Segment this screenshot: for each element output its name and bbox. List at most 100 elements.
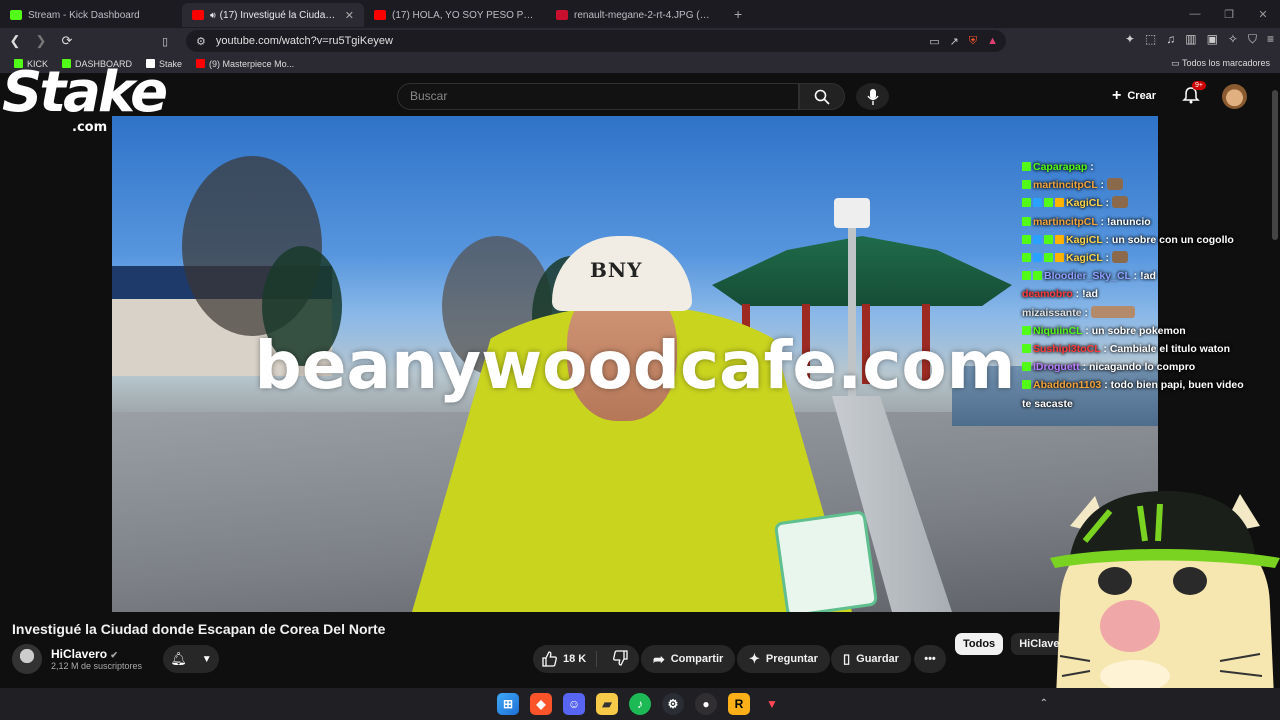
chat-separator: : bbox=[1079, 361, 1090, 374]
chat-message: Bloodier_Sky_CL : !ad bbox=[1022, 267, 1272, 285]
windows-start-icon[interactable]: ⊞ bbox=[497, 693, 519, 715]
minimize-icon[interactable]: — bbox=[1178, 8, 1212, 20]
dislike-button[interactable] bbox=[603, 649, 639, 669]
vpn-icon[interactable]: ⛉ bbox=[1248, 32, 1257, 47]
subscription-bell-button[interactable]: 🔔︎ ▼ bbox=[163, 645, 219, 673]
chat-badge-icon bbox=[1022, 344, 1031, 354]
browser-tab[interactable]: Stream - Kick Dashboard bbox=[0, 3, 182, 27]
account-avatar[interactable] bbox=[1222, 84, 1247, 109]
obs-icon[interactable]: ● bbox=[695, 693, 717, 715]
chat-badge-icon bbox=[1033, 271, 1042, 281]
share-page-icon[interactable]: ↗ bbox=[950, 35, 959, 48]
chat-username: Caparapap bbox=[1033, 161, 1088, 173]
sidebar-icon[interactable]: ▥ bbox=[1185, 32, 1196, 47]
chat-badge-icon bbox=[1022, 234, 1031, 244]
chat-message: NiquiinCL : un sobre pokemon bbox=[1022, 322, 1272, 340]
share-button[interactable]: ➦ Compartir bbox=[641, 645, 736, 673]
close-window-icon[interactable]: ✕ bbox=[1246, 8, 1280, 21]
chat-badge-icon bbox=[1022, 216, 1031, 226]
browser-tab-bar: Stream - Kick Dashboard 🔊︎ (17) Investigué… bbox=[0, 0, 1280, 28]
chat-message: KagiCL : bbox=[1022, 249, 1272, 267]
reload-icon[interactable]: ⟳ bbox=[56, 33, 78, 49]
plus-icon: + bbox=[1112, 87, 1122, 104]
maximize-icon[interactable]: ❐ bbox=[1212, 8, 1246, 21]
chat-text: un sobre con un cogollo bbox=[1111, 233, 1234, 246]
filter-chip[interactable]: Todos bbox=[955, 633, 1004, 655]
leo-ai-icon[interactable]: ✧ bbox=[1228, 32, 1238, 47]
menu-icon[interactable]: ≡ bbox=[1267, 32, 1274, 47]
notification-badge: 9+ bbox=[1192, 81, 1206, 90]
new-tab-button[interactable]: + bbox=[734, 6, 742, 22]
tab-favicon-icon bbox=[374, 10, 386, 20]
chat-username: martincitpCL bbox=[1033, 215, 1098, 228]
screenshot-icon[interactable]: ⬚ bbox=[1145, 32, 1156, 47]
bookmark-item[interactable]: (9) Masterpiece Mo... bbox=[196, 59, 294, 69]
chat-text: !ad bbox=[1082, 288, 1098, 301]
audio-playing-icon[interactable]: 🔊︎ bbox=[210, 10, 216, 21]
address-bar-row: ❮ ❯ ⟳ ▯ ⚙ youtube.com/watch?v=ru5TgiKeye… bbox=[0, 28, 1280, 54]
search-input[interactable]: Buscar bbox=[397, 83, 799, 110]
chat-separator: : bbox=[1102, 252, 1112, 265]
all-bookmarks-link[interactable]: ▭ Todos los marcadores bbox=[1171, 58, 1270, 69]
extensions-icon[interactable]: ✦ bbox=[1125, 32, 1135, 47]
chat-message: mizaissante : bbox=[1022, 304, 1272, 322]
chat-badge-icon bbox=[1055, 234, 1064, 244]
thumbs-up-icon bbox=[542, 651, 557, 667]
tab-favicon-icon bbox=[556, 10, 568, 20]
forward-icon[interactable]: ❯ bbox=[30, 33, 52, 49]
browser-tab[interactable]: 🔊︎ (17) Investigué la Ciudad dor ✕ bbox=[182, 3, 364, 27]
channel-name[interactable]: HiClavero ✔ bbox=[51, 647, 118, 661]
voice-search-button[interactable] bbox=[856, 83, 889, 110]
create-button[interactable]: + Crear bbox=[1112, 87, 1156, 105]
page-scrollbar[interactable] bbox=[1272, 90, 1278, 240]
bookmark-favicon-icon bbox=[196, 59, 206, 68]
brave-browser-icon[interactable]: ◆ bbox=[530, 693, 552, 715]
save-button[interactable]: ▯ Guardar bbox=[831, 645, 911, 673]
cast-icon[interactable]: ▭ bbox=[929, 35, 939, 48]
chat-message: Caparapap : bbox=[1022, 158, 1272, 176]
brave-rewards-icon[interactable]: ▲ bbox=[987, 35, 998, 47]
chat-username: KagiCL bbox=[1066, 197, 1103, 210]
chat-username: Bloodier_Sky_CL bbox=[1044, 270, 1131, 283]
chat-text: !ad bbox=[1140, 270, 1156, 283]
brave-shields-icon[interactable]: ⛨ bbox=[969, 35, 977, 48]
chat-separator: : bbox=[1087, 161, 1094, 173]
ask-button[interactable]: ✦ Preguntar bbox=[737, 645, 830, 673]
system-tray-chevron-icon[interactable]: ⌃ bbox=[1040, 698, 1048, 709]
media-icon[interactable]: ♫ bbox=[1166, 32, 1175, 47]
bookmarks-bar: KICK DASHBOARD Stake (9) Masterpiece Mo... ▭… bbox=[0, 54, 1280, 74]
chat-separator: : bbox=[1102, 233, 1112, 246]
discord-icon[interactable]: ☺ bbox=[563, 693, 585, 715]
url-field[interactable]: ▯ ⚙ youtube.com/watch?v=ru5TgiKeyew ▭ ↗ … bbox=[162, 30, 1006, 52]
chat-text: todo bien papi, buen video bbox=[1110, 379, 1244, 392]
rockstar-launcher-icon[interactable]: R bbox=[728, 693, 750, 715]
chat-message: Sushipl3toCL : Cambiale el titulo waton bbox=[1022, 340, 1272, 358]
video-lamp-head bbox=[834, 198, 870, 228]
bookmark-page-icon[interactable]: ▯ bbox=[162, 35, 168, 48]
chat-username: Abaddon1103 bbox=[1033, 379, 1102, 392]
chat-badge-icon bbox=[1033, 253, 1042, 263]
browser-tab[interactable]: (17) HOLA, YO SOY PESO PLUMA // bbox=[364, 3, 546, 27]
channel-subscribers: 2,12 M de suscriptores bbox=[51, 661, 143, 671]
chat-badge-icon bbox=[1022, 362, 1031, 372]
chat-text: Cambiale el titulo waton bbox=[1109, 343, 1231, 356]
steam-icon[interactable]: ⚙ bbox=[662, 693, 684, 715]
back-icon[interactable]: ❮ bbox=[4, 33, 26, 49]
cap-logo-text: BNY bbox=[590, 258, 643, 282]
spotify-icon[interactable]: ♪ bbox=[629, 693, 651, 715]
valorant-icon[interactable]: ▼ bbox=[761, 693, 783, 715]
more-actions-button[interactable]: ••• bbox=[914, 645, 946, 673]
file-explorer-icon[interactable]: ▰ bbox=[596, 693, 618, 715]
chat-badge-icon bbox=[1022, 180, 1031, 190]
notifications-button[interactable]: 9+ bbox=[1182, 81, 1206, 106]
browser-tab[interactable]: renault-megane-2-rt-4.JPG (580×31 bbox=[546, 3, 724, 27]
site-settings-icon[interactable]: ⚙ bbox=[196, 35, 206, 48]
close-tab-icon[interactable]: ✕ bbox=[345, 9, 354, 22]
channel-avatar[interactable] bbox=[12, 644, 42, 674]
like-button[interactable]: 18 K bbox=[533, 651, 598, 667]
chat-message: KagiCL : bbox=[1022, 194, 1272, 212]
window-controls: — ❐ ✕ bbox=[1178, 0, 1280, 28]
search-button[interactable] bbox=[799, 83, 845, 110]
chat-separator: : bbox=[1082, 324, 1092, 337]
wallet-icon[interactable]: ▣ bbox=[1207, 32, 1218, 47]
